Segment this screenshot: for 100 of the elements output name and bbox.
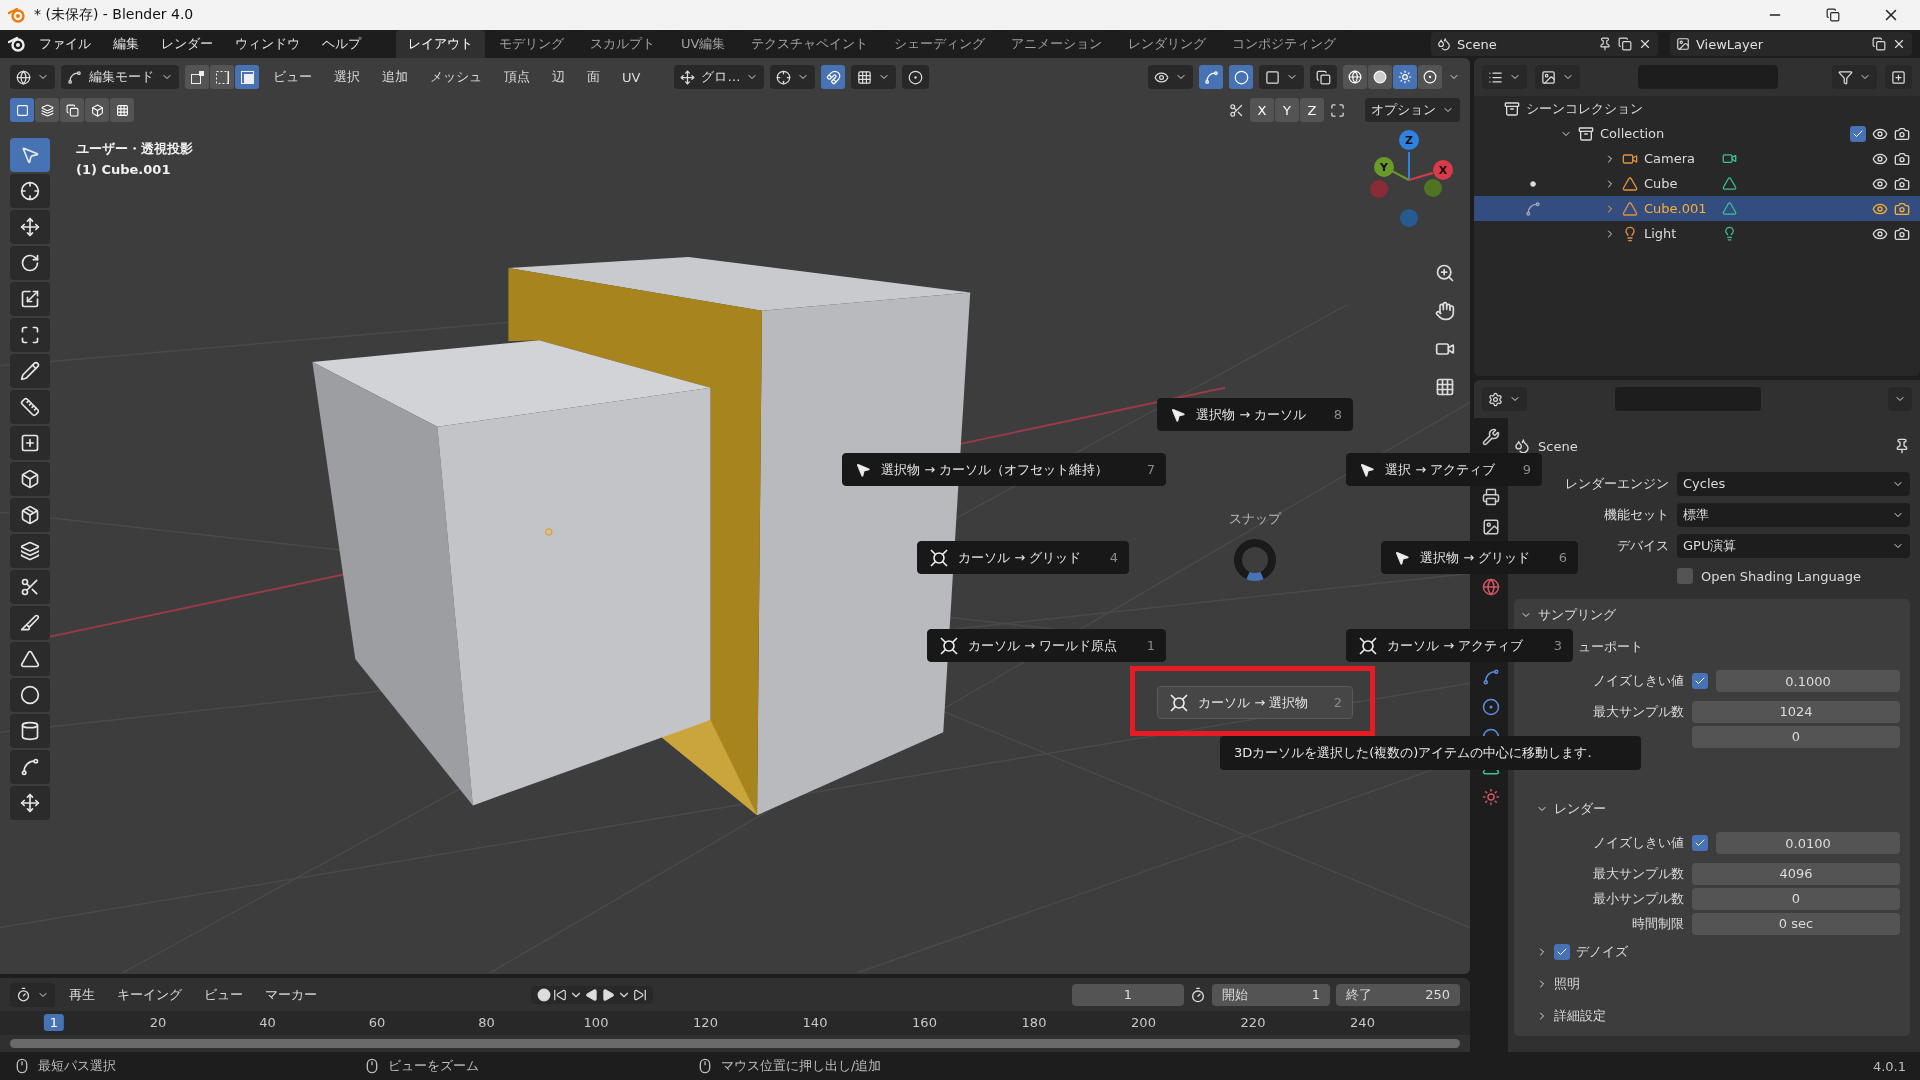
- viewport-menu[interactable]: 頂点: [496, 66, 538, 88]
- property-label: ノイズしきい値: [1593, 672, 1684, 690]
- frame-tick-label: 180: [1021, 1015, 1047, 1031]
- menu-item[interactable]: ファイル: [30, 32, 100, 56]
- pie-menu-item[interactable]: カーソル → 選択物 2: [1157, 686, 1353, 719]
- pie-menu-item[interactable]: カーソル → ワールド原点 1: [927, 629, 1166, 662]
- subpanel-header[interactable]: デノイズ: [1514, 936, 1910, 968]
- options-dropdown[interactable]: オプション: [1365, 98, 1460, 122]
- subpanel-header[interactable]: ューポート: [1578, 638, 1643, 656]
- property-label: 時間制限: [1632, 914, 1684, 933]
- number-field[interactable]: 0 sec: [1692, 912, 1900, 935]
- status-hint: 最短パス選択: [38, 1057, 116, 1075]
- window-title: * (未保存) - Blender 4.0: [34, 6, 194, 24]
- outliner-row[interactable]: Cube: [1474, 171, 1920, 196]
- outliner-row[interactable]: Collection: [1474, 121, 1920, 146]
- start-frame-field[interactable]: 開始 1: [1212, 983, 1330, 1006]
- viewport-menu[interactable]: 面: [579, 66, 608, 88]
- pie-menu-item[interactable]: 選択物 → カーソル（オフセット維持） 7: [842, 453, 1166, 486]
- frame-tick-label: 140: [802, 1015, 828, 1031]
- viewport-menu[interactable]: 選択: [326, 66, 368, 88]
- axis-label: Y: [1380, 161, 1388, 174]
- frame-tick-label: 100: [583, 1015, 609, 1031]
- number-field[interactable]: 0.0100: [1716, 832, 1900, 854]
- timeline-menu[interactable]: マーカー: [257, 983, 325, 1006]
- outliner-row[interactable]: Cube.001: [1474, 196, 1920, 221]
- property-dropdown[interactable]: 標準: [1677, 502, 1910, 527]
- property-dropdown[interactable]: GPU演算: [1677, 533, 1910, 558]
- axis-toggle[interactable]: Z: [1300, 98, 1324, 122]
- pie-menu-item[interactable]: 選択 → アクティブ 9: [1346, 453, 1542, 486]
- viewport-menu[interactable]: 追加: [374, 66, 416, 88]
- menu-item[interactable]: レンダー: [152, 32, 222, 56]
- frame-tick-label: 220: [1240, 1015, 1266, 1031]
- pie-menu-item[interactable]: カーソル → グリッド 4: [917, 541, 1129, 574]
- number-field[interactable]: 4096: [1692, 862, 1900, 885]
- pie-menu-item[interactable]: 選択物 → カーソル 8: [1157, 398, 1353, 431]
- number-field[interactable]: 0: [1692, 725, 1900, 748]
- property-label: 最小サンプル数: [1593, 889, 1684, 908]
- outliner-row[interactable]: Camera: [1474, 146, 1920, 171]
- pie-menu-item[interactable]: 選択物 → グリッド 6: [1381, 541, 1578, 574]
- frame-tick-label: 60: [368, 1015, 386, 1031]
- panel-header[interactable]: サンプリング: [1514, 599, 1910, 631]
- current-frame-marker[interactable]: 1: [43, 1014, 65, 1032]
- frame-tick-label: 80: [478, 1015, 495, 1031]
- object-name: (1) Cube.001: [76, 162, 172, 177]
- property-label: レンダーエンジン: [1565, 474, 1669, 493]
- axis-label: X: [1438, 164, 1448, 177]
- timeline-menu[interactable]: 再生: [61, 983, 103, 1006]
- scene-selector[interactable]: Scene: [1431, 32, 1658, 56]
- frame-tick-label: 40: [259, 1015, 276, 1031]
- gizmo-axis[interactable]: X: [1408, 160, 1453, 181]
- frame-tick-label: 120: [693, 1015, 718, 1031]
- current-frame-field[interactable]: 1: [1072, 983, 1184, 1006]
- subpanel-header[interactable]: 照明: [1514, 968, 1910, 1000]
- subpanel-header[interactable]: 詳細設定: [1514, 1000, 1910, 1032]
- pie-menu-title: スナップ: [1229, 510, 1281, 528]
- timeline-menu[interactable]: キーイング: [109, 983, 190, 1006]
- number-field[interactable]: 0: [1692, 887, 1900, 910]
- frame-tick-label: 160: [912, 1015, 937, 1031]
- status-hint: マウス位置に押し出し/追加: [721, 1057, 882, 1075]
- outliner-item-label: Camera: [1644, 151, 1697, 166]
- viewport-menu[interactable]: UV: [614, 67, 649, 87]
- property-dropdown[interactable]: Cycles: [1677, 471, 1910, 496]
- workspace-tab[interactable]: レイアウト: [396, 30, 485, 58]
- mode-dropdown[interactable]: 編集モード: [61, 65, 179, 89]
- menu-item[interactable]: 編集: [104, 32, 148, 56]
- gizmo-axis[interactable]: Y: [1374, 157, 1410, 181]
- orientation-dropdown[interactable]: グロ…: [674, 65, 765, 89]
- outliner-item-label: シーンコレクション: [1526, 99, 1643, 118]
- gizmo-axis[interactable]: Z: [1399, 130, 1419, 181]
- axis-toggle[interactable]: X: [1250, 98, 1274, 122]
- viewport-menu[interactable]: ビュー: [265, 66, 320, 88]
- checkbox-label: Open Shading Language: [1701, 568, 1861, 584]
- outliner-row[interactable]: シーンコレクション: [1474, 96, 1920, 121]
- outliner-item-label: Collection: [1600, 126, 1666, 141]
- property-label: デバイス: [1617, 536, 1669, 555]
- tooltip: 3Dカーソルを選択した(複数の)アイテムの中心に移動します.: [1220, 736, 1641, 770]
- view-layer-selector[interactable]: ViewLayer: [1670, 32, 1912, 56]
- viewport-menu[interactable]: メッシュ: [422, 66, 490, 88]
- view-name: ユーザー・透視投影: [76, 140, 193, 158]
- menu-item[interactable]: ヘルプ: [313, 32, 370, 56]
- outliner-row[interactable]: Light: [1474, 221, 1920, 246]
- property-label: 最大サンプル数: [1593, 864, 1684, 883]
- subpanel-header[interactable]: レンダー: [1514, 793, 1910, 825]
- number-field[interactable]: 1024: [1692, 700, 1900, 723]
- outliner-item-label: Cube.001: [1644, 201, 1708, 216]
- axis-toggle[interactable]: Y: [1275, 98, 1299, 122]
- outliner-item-label: Light: [1644, 226, 1678, 241]
- frame-tick-label: 200: [1131, 1015, 1156, 1031]
- version-label: 4.0.1: [1872, 1058, 1906, 1074]
- property-label: ノイズしきい値: [1593, 834, 1684, 852]
- end-frame-field[interactable]: 終了 250: [1336, 983, 1460, 1006]
- viewport-menu[interactable]: 辺: [544, 66, 573, 88]
- property-label: 最大サンプル数: [1593, 702, 1684, 721]
- timeline-menu[interactable]: ビュー: [196, 983, 251, 1006]
- number-field[interactable]: 0.1000: [1716, 670, 1900, 692]
- frame-tick-label: 20: [149, 1015, 167, 1031]
- axis-label: Z: [1405, 134, 1413, 147]
- frame-tick-label: 240: [1350, 1015, 1375, 1031]
- pie-menu-item[interactable]: カーソル → アクティブ 3: [1346, 629, 1573, 662]
- menu-item[interactable]: ウィンドウ: [226, 32, 309, 56]
